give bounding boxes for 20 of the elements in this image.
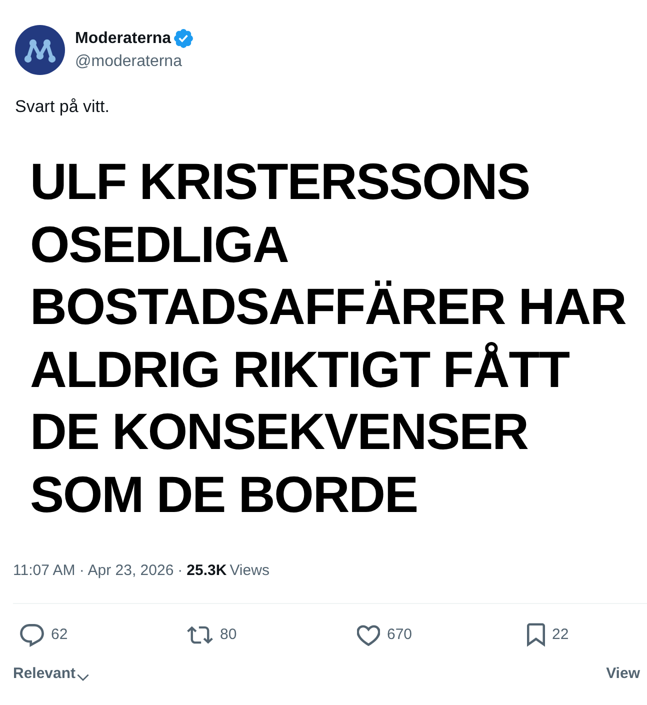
repost-icon [187,626,213,644]
author-handle[interactable]: @moderaterna [75,52,194,72]
comment-icon [20,624,44,646]
bookmark-button[interactable]: 22 [527,623,569,647]
view-link[interactable]: View [606,662,640,686]
author-name[interactable]: Moderaterna [75,28,172,48]
repost-button[interactable]: 80 [187,625,237,645]
heart-icon [357,624,380,646]
chevron-down-icon [76,674,89,681]
post-text: Svart på vitt. [15,97,110,117]
views-label: Views [230,561,270,581]
separator-dot: · [178,561,183,581]
image-text: ULF KRISTERSSONS OSEDLIGA BOSTADSAFFÄRER HAR ALDRIG RIKTIGT FÅTT DE KONSEKVENSER SOM DE BORDE [30,152,626,524]
like-button[interactable]: 670 [357,624,412,646]
views-count: 25.3K [186,561,227,581]
reply-button[interactable]: 62 [20,624,68,646]
timestamp-link[interactable]: 11:07 AM · Apr 23, 2026 [13,561,174,581]
avatar-logo-icon [15,25,65,75]
bookmark-icon [527,623,545,647]
sort-dropdown[interactable]: Relevant [13,662,89,686]
